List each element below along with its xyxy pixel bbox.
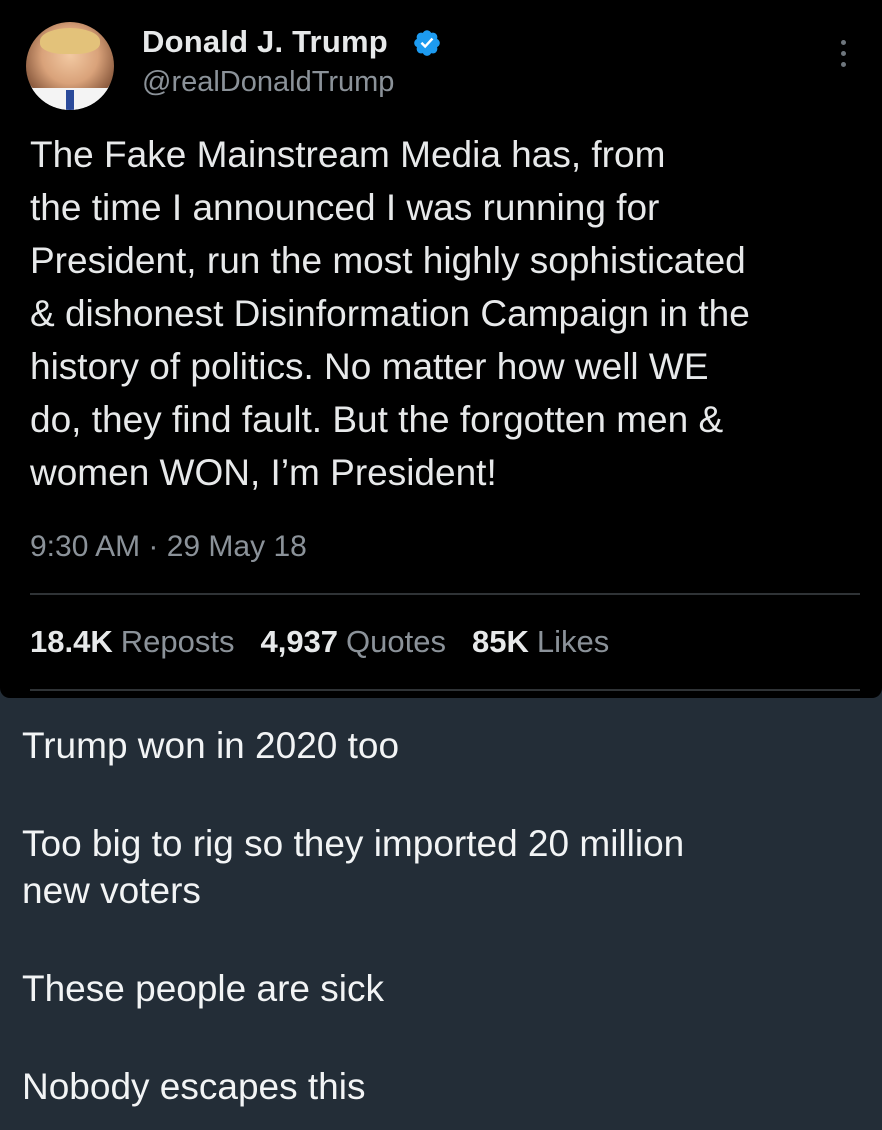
post-paragraph: new voters <box>22 870 201 911</box>
post-paragraph: These people are sick <box>22 968 384 1009</box>
verified-badge-icon <box>414 30 440 56</box>
tweet-text-line: women WON, I’m President! <box>30 452 497 493</box>
embedded-tweet-screenshot: Donald J. Trump @realDonaldTrump The Fak… <box>0 0 882 698</box>
reposts-count: 18.4K <box>30 624 113 659</box>
reposts-stat[interactable]: 18.4K Reposts <box>30 624 260 659</box>
tweet-text-line: & dishonest Disinformation Campaign in t… <box>30 293 750 334</box>
tweet-timestamp[interactable]: 9:30 AM · 29 May 18 <box>30 530 307 564</box>
tweet-text-line: do, they find fault. But the forgotten m… <box>30 399 724 440</box>
tweet-stats: 18.4K Reposts 4,937 Quotes 85K Likes <box>30 624 635 660</box>
quotes-count: 4,937 <box>260 624 339 659</box>
likes-count: 85K <box>472 624 529 659</box>
likes-stat[interactable]: 85K Likes <box>472 624 635 659</box>
more-vertical-icon[interactable] <box>838 40 848 72</box>
tweet-text-line: history of politics. No matter how well … <box>30 346 709 387</box>
likes-label: Likes <box>536 624 610 659</box>
divider <box>30 593 860 595</box>
tweet-text-line: President, run the most highly sophistic… <box>30 240 746 281</box>
handle[interactable]: @realDonaldTrump <box>142 66 394 99</box>
divider <box>30 689 860 691</box>
post-paragraph: Trump won in 2020 too <box>22 725 400 766</box>
tweet-text-line: the time I announced I was running for <box>30 187 660 228</box>
post-text: Trump won in 2020 too Too big to rig so … <box>22 722 862 1130</box>
page: Donald J. Trump @realDonaldTrump The Fak… <box>0 0 882 1130</box>
tweet-text: The Fake Mainstream Media has, from the … <box>30 128 870 499</box>
quotes-stat[interactable]: 4,937 Quotes <box>260 624 472 659</box>
avatar-tie <box>66 90 74 110</box>
post-paragraph: Too big to rig so they imported 20 milli… <box>22 823 685 864</box>
tweet-text-line: The Fake Mainstream Media has, from <box>30 134 666 175</box>
quotes-label: Quotes <box>346 624 446 659</box>
post-paragraph: Nobody escapes this <box>22 1066 366 1107</box>
avatar[interactable] <box>26 22 114 110</box>
avatar-hair <box>40 28 100 54</box>
display-name[interactable]: Donald J. Trump <box>142 24 388 60</box>
reposts-label: Reposts <box>120 624 235 659</box>
